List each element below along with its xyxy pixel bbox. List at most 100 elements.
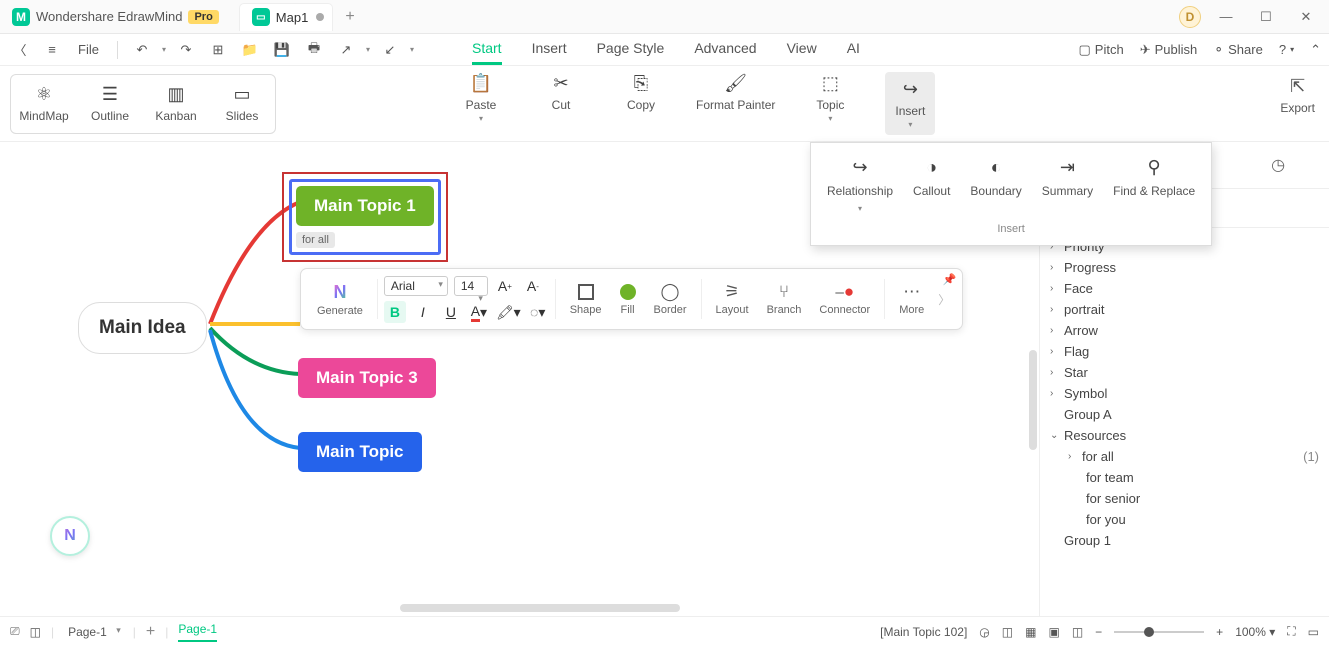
document-tab[interactable]: ▭ Map1: [239, 3, 334, 31]
status-icon-5[interactable]: ◫: [1072, 625, 1083, 639]
new-button[interactable]: ⊞: [206, 38, 230, 62]
font-color-button[interactable]: A▾: [468, 301, 490, 323]
file-menu[interactable]: File: [72, 42, 105, 57]
paste-button[interactable]: 📋Paste: [456, 72, 506, 135]
add-tab-button[interactable]: +: [345, 8, 354, 26]
minimize-button[interactable]: —: [1211, 2, 1241, 32]
fullscreen-button[interactable]: ⛶: [1287, 624, 1295, 639]
pin-icon[interactable]: 📌: [943, 273, 957, 286]
tree-arrow[interactable]: ›Arrow: [1050, 320, 1319, 341]
zoom-out-button[interactable]: −: [1095, 625, 1102, 639]
back-button[interactable]: 〈: [8, 38, 32, 62]
zoom-slider[interactable]: [1114, 631, 1204, 633]
outline-toggle-icon[interactable]: ⎚: [10, 624, 20, 639]
node-topic1-tag[interactable]: for all: [296, 232, 335, 248]
maximize-button[interactable]: ☐: [1251, 2, 1281, 32]
font-grow-button[interactable]: A+: [494, 275, 516, 297]
view-outline[interactable]: ☰Outline: [77, 75, 143, 133]
border-button[interactable]: ◯Border: [646, 282, 695, 316]
insert-relationship[interactable]: ↪ Relationship ▾: [817, 151, 903, 219]
view-mindmap[interactable]: ⚛MindMap: [11, 75, 77, 133]
node-main-idea[interactable]: Main Idea: [78, 302, 207, 354]
tab-advanced[interactable]: Advanced: [694, 34, 756, 65]
open-button[interactable]: 📁: [238, 38, 262, 62]
tab-view[interactable]: View: [787, 34, 817, 65]
italic-button[interactable]: I: [412, 301, 434, 323]
tree-resource-forteam[interactable]: for team: [1050, 467, 1319, 488]
history-tab-icon[interactable]: ◷: [1263, 150, 1293, 180]
status-icon-3[interactable]: ▦: [1025, 625, 1036, 639]
clear-format-button[interactable]: ◌▾: [527, 301, 549, 323]
save-button[interactable]: 💾: [270, 38, 294, 62]
ai-fab-button[interactable]: N: [50, 516, 90, 556]
copy-button[interactable]: ⎘Copy: [616, 72, 666, 135]
node-topic[interactable]: Main Topic: [298, 432, 422, 472]
help-button[interactable]: ? ▾: [1279, 42, 1294, 57]
page-selector[interactable]: Page-1: [64, 623, 123, 641]
tree-star[interactable]: ›Star: [1050, 362, 1319, 383]
status-icon-4[interactable]: ▣: [1048, 625, 1059, 639]
export-button[interactable]: ⇱ Export: [1280, 76, 1315, 115]
tab-ai[interactable]: AI: [847, 34, 860, 65]
node-topic1[interactable]: Main Topic 1: [296, 186, 434, 226]
add-page-button[interactable]: +: [146, 623, 155, 641]
page-tab-1[interactable]: Page-1: [178, 622, 217, 642]
vertical-scrollbar[interactable]: [1029, 350, 1037, 450]
print-button[interactable]: 🖶: [302, 38, 326, 62]
insert-boundary[interactable]: ◐Boundary: [960, 151, 1031, 219]
generate-button[interactable]: N Generate: [309, 282, 371, 317]
panel-toggle-icon[interactable]: ◫: [30, 625, 41, 639]
zoom-level[interactable]: 100% ▾: [1235, 625, 1275, 639]
highlight-button[interactable]: 🖍▾: [496, 301, 521, 323]
tab-page-style[interactable]: Page Style: [597, 34, 665, 65]
insert-dropdown-button[interactable]: ↪Insert: [885, 72, 935, 135]
fill-button[interactable]: Fill: [612, 282, 644, 316]
insert-summary[interactable]: ⇥Summary: [1032, 151, 1103, 219]
collapse-ribbon-button[interactable]: ⌃: [1310, 42, 1321, 58]
close-button[interactable]: ✕: [1291, 2, 1321, 32]
publish-button[interactable]: ✈Publish: [1140, 42, 1198, 58]
format-painter-button[interactable]: 🖌Format Painter: [696, 72, 775, 135]
export-button-quick[interactable]: ↗: [334, 38, 358, 62]
horizontal-scrollbar[interactable]: [400, 604, 680, 612]
status-icon-1[interactable]: ◶: [979, 625, 989, 639]
tree-symbol[interactable]: ›Symbol: [1050, 383, 1319, 404]
font-select[interactable]: Arial: [384, 276, 448, 296]
pitch-button[interactable]: ▢Pitch: [1078, 42, 1123, 58]
tree-resource-foryou[interactable]: for you: [1050, 509, 1319, 530]
node-topic3[interactable]: Main Topic 3: [298, 358, 436, 398]
tree-face[interactable]: ›Face: [1050, 278, 1319, 299]
shape-button[interactable]: Shape: [562, 282, 610, 316]
tab-insert[interactable]: Insert: [532, 34, 567, 65]
tree-group-1[interactable]: Group 1: [1050, 530, 1319, 551]
view-kanban[interactable]: ▥Kanban: [143, 75, 209, 133]
import-button[interactable]: ↙: [378, 38, 402, 62]
font-size-select[interactable]: 14: [454, 276, 488, 296]
tree-portrait[interactable]: ›portrait: [1050, 299, 1319, 320]
share-button[interactable]: ⚬Share: [1213, 42, 1263, 58]
font-shrink-button[interactable]: A-: [522, 275, 544, 297]
toolbar-expand[interactable]: 〉: [934, 291, 954, 308]
tree-resource-forall[interactable]: ›for all(1): [1050, 446, 1319, 467]
menu-button[interactable]: ≡: [40, 38, 64, 62]
view-slides[interactable]: ▭Slides: [209, 75, 275, 133]
redo-button[interactable]: ↷: [174, 38, 198, 62]
tab-start[interactable]: Start: [472, 34, 502, 65]
cut-button[interactable]: ✂Cut: [536, 72, 586, 135]
insert-find-replace[interactable]: ⚲Find & Replace: [1103, 151, 1205, 219]
insert-callout[interactable]: ◑Callout: [903, 151, 960, 219]
fit-button[interactable]: ▭: [1308, 625, 1319, 639]
tree-resource-forsenior[interactable]: for senior: [1050, 488, 1319, 509]
status-icon-2[interactable]: ◫: [1002, 625, 1013, 639]
zoom-in-button[interactable]: +: [1216, 625, 1223, 639]
undo-button[interactable]: ↶: [130, 38, 154, 62]
layout-button[interactable]: ⚞Layout: [708, 282, 757, 316]
connector-button[interactable]: ⎯●Connector: [811, 282, 878, 316]
user-avatar[interactable]: D: [1179, 6, 1201, 28]
underline-button[interactable]: U: [440, 301, 462, 323]
bold-button[interactable]: B: [384, 301, 406, 323]
tree-progress[interactable]: ›Progress: [1050, 257, 1319, 278]
tree-flag[interactable]: ›Flag: [1050, 341, 1319, 362]
branch-button[interactable]: ⑂Branch: [759, 282, 810, 316]
more-button[interactable]: ⋯More: [891, 282, 932, 316]
